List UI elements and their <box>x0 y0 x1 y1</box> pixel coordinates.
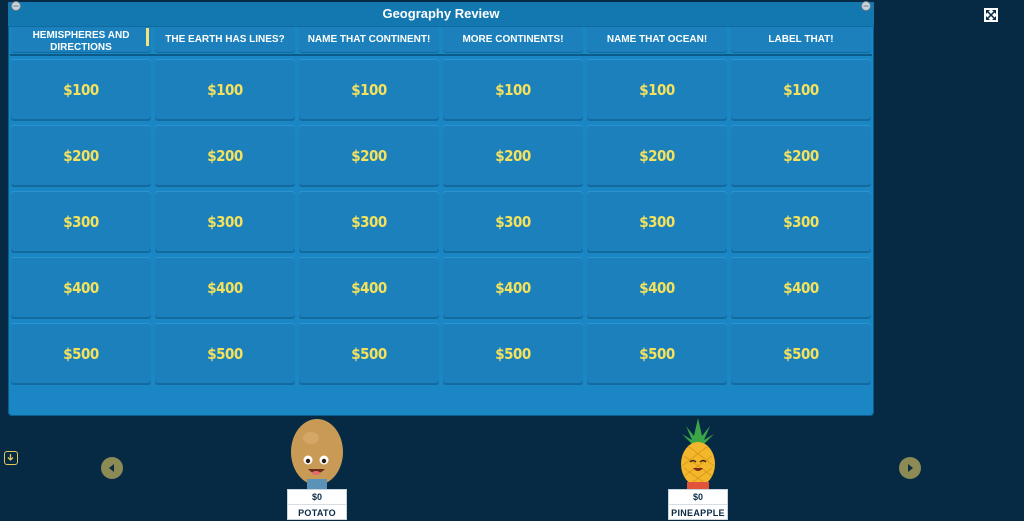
question-tile[interactable]: $500 <box>587 323 727 385</box>
question-tile[interactable]: $100 <box>443 59 583 121</box>
download-icon[interactable] <box>4 451 18 465</box>
next-button[interactable] <box>899 457 921 479</box>
question-tile[interactable]: $300 <box>155 191 295 253</box>
divider <box>10 54 872 56</box>
question-tile[interactable]: $400 <box>731 257 871 319</box>
chevron-left-icon <box>109 464 114 472</box>
question-tile[interactable]: $400 <box>587 257 727 319</box>
category-header: NAME THAT CONTINENT! <box>299 27 439 53</box>
question-tile[interactable]: $400 <box>443 257 583 319</box>
question-tile[interactable]: $100 <box>299 59 439 121</box>
player-name: PINEAPPLE <box>671 508 725 518</box>
question-tile[interactable]: $300 <box>299 191 439 253</box>
category-header: NAME THAT OCEAN! <box>587 27 727 53</box>
question-tile[interactable]: $100 <box>11 59 151 121</box>
pineapple-avatar-icon <box>681 418 715 490</box>
question-tile[interactable]: $500 <box>155 323 295 385</box>
player-score: $0 <box>288 490 346 505</box>
game-title: Geography Review <box>8 2 874 27</box>
question-tile[interactable]: $300 <box>11 191 151 253</box>
category-row: HEMISPHERES AND DIRECTIONS THE EARTH HAS… <box>11 27 871 53</box>
category-header: LABEL THAT! <box>731 27 871 53</box>
question-tile[interactable]: $200 <box>299 125 439 187</box>
player-name: POTATO <box>298 508 336 518</box>
question-tile[interactable]: $100 <box>587 59 727 121</box>
question-tile[interactable]: $400 <box>11 257 151 319</box>
previous-button[interactable] <box>101 457 123 479</box>
game-board: Geography Review HEMISPHERES AND DIRECTI… <box>8 1 874 416</box>
score-card: $0 PINEAPPLE <box>668 489 728 520</box>
question-grid: $100 $100 $100 $100 $100 $100 $200 $200 … <box>11 59 871 389</box>
question-tile[interactable]: $300 <box>587 191 727 253</box>
category-header: HEMISPHERES AND DIRECTIONS <box>11 27 151 53</box>
question-tile[interactable]: $300 <box>443 191 583 253</box>
potato-avatar-icon <box>291 419 343 490</box>
score-card: $0 POTATO <box>287 489 347 520</box>
screw-icon <box>861 1 871 11</box>
question-tile[interactable]: $200 <box>155 125 295 187</box>
question-tile[interactable]: $300 <box>731 191 871 253</box>
question-tile[interactable]: $500 <box>731 323 871 385</box>
fullscreen-icon[interactable] <box>984 8 998 22</box>
chevron-right-icon <box>908 464 913 472</box>
question-tile[interactable]: $200 <box>443 125 583 187</box>
question-tile[interactable]: $200 <box>731 125 871 187</box>
question-tile[interactable]: $500 <box>443 323 583 385</box>
category-header: THE EARTH HAS LINES? <box>155 27 295 53</box>
question-tile[interactable]: $500 <box>11 323 151 385</box>
question-tile[interactable]: $200 <box>11 125 151 187</box>
question-tile[interactable]: $400 <box>299 257 439 319</box>
question-tile[interactable]: $400 <box>155 257 295 319</box>
question-tile[interactable]: $200 <box>587 125 727 187</box>
screw-icon <box>11 1 21 11</box>
question-tile[interactable]: $100 <box>731 59 871 121</box>
question-tile[interactable]: $500 <box>299 323 439 385</box>
question-tile[interactable]: $100 <box>155 59 295 121</box>
player-score: $0 <box>669 490 727 505</box>
category-header: MORE CONTINENTS! <box>443 27 583 53</box>
